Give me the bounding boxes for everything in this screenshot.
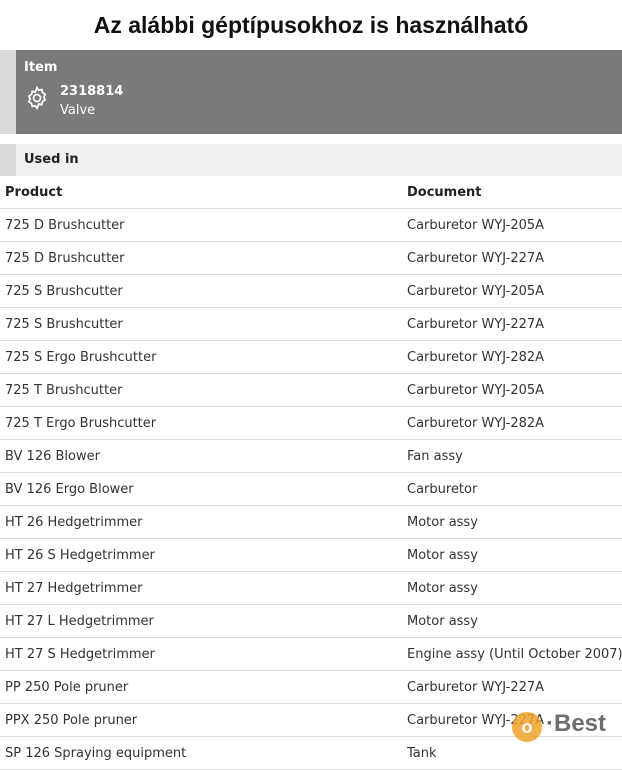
document-cell[interactable]: Engine assy (Until October 2007) [402, 637, 622, 671]
item-name: Valve [60, 103, 96, 118]
used-in-accent [0, 144, 16, 176]
used-in-header: Used in [0, 144, 622, 176]
used-in-table: Product Document 725 D Brushcutter Carbur… [0, 176, 622, 770]
document-cell[interactable]: Motor assy [402, 538, 622, 572]
item-panel-accent [0, 50, 16, 134]
document-cell[interactable]: Carburetor WYJ-282A [402, 406, 622, 440]
product-cell[interactable]: HT 26 S Hedgetrimmer [0, 538, 402, 572]
document-cell[interactable]: Carburetor WYJ-205A [402, 373, 622, 407]
table-row[interactable]: BV 126 Ergo Blower Carburetor [0, 472, 622, 506]
document-cell[interactable]: Motor assy [402, 571, 622, 605]
product-cell[interactable]: 725 D Brushcutter [0, 241, 402, 275]
item-panel: Item 2318814 Valve [0, 50, 622, 134]
item-details: 2318814 Valve [60, 83, 123, 121]
product-cell[interactable]: BV 126 Blower [0, 439, 402, 473]
item-panel-content: Item 2318814 Valve [16, 50, 131, 134]
product-cell[interactable]: PP 250 Pole pruner [0, 670, 402, 704]
page-title: Az alábbi géptípusokhoz is használható [93, 11, 529, 38]
column-header-product: Product [0, 176, 402, 209]
table-row[interactable]: HT 26 S Hedgetrimmer Motor assy [0, 538, 622, 572]
document-cell[interactable]: Carburetor [402, 472, 622, 506]
used-in-heading: Used in [24, 152, 79, 167]
document-cell[interactable]: Fan assy [402, 439, 622, 473]
product-cell[interactable]: PPX 250 Pole pruner [0, 703, 402, 737]
product-cell[interactable]: 725 T Ergo Brushcutter [0, 406, 402, 440]
table-row[interactable]: 725 T Ergo Brushcutter Carburetor WYJ-282… [0, 406, 622, 440]
table-row[interactable]: HT 27 L Hedgetrimmer Motor assy [0, 604, 622, 638]
document-cell[interactable]: Carburetor WYJ-205A [402, 274, 622, 308]
product-cell[interactable]: 725 T Brushcutter [0, 373, 402, 407]
product-cell[interactable]: 725 D Brushcutter [0, 208, 402, 242]
table-row[interactable]: 725 S Brushcutter Carburetor WYJ-205A [0, 274, 622, 308]
table-row[interactable]: PP 250 Pole pruner Carburetor WYJ-227A [0, 670, 622, 704]
document-cell[interactable]: Tank [402, 736, 622, 770]
item-number: 2318814 [60, 84, 124, 99]
table-row[interactable]: PPX 250 Pole pruner Carburetor WYJ-227A [0, 703, 622, 737]
product-cell[interactable]: SP 126 Spraying equipment [0, 736, 402, 770]
document-cell[interactable]: Carburetor WYJ-282A [402, 340, 622, 374]
document-cell[interactable]: Carburetor WYJ-227A [402, 703, 622, 737]
table-row[interactable]: HT 27 Hedgetrimmer Motor assy [0, 571, 622, 605]
item-row: 2318814 Valve [24, 83, 123, 121]
product-cell[interactable]: BV 126 Ergo Blower [0, 472, 402, 506]
table-row[interactable]: 725 D Brushcutter Carburetor WYJ-205A [0, 208, 622, 242]
document-cell[interactable]: Motor assy [402, 604, 622, 638]
table-row[interactable]: HT 27 S Hedgetrimmer Engine assy (Until O… [0, 637, 622, 671]
product-cell[interactable]: HT 27 S Hedgetrimmer [0, 637, 402, 671]
document-cell[interactable]: Carburetor WYJ-205A [402, 208, 622, 242]
table-row[interactable]: HT 26 Hedgetrimmer Motor assy [0, 505, 622, 539]
product-cell[interactable]: 725 S Brushcutter [0, 307, 402, 341]
product-cell[interactable]: 725 S Brushcutter [0, 274, 402, 308]
table-row[interactable]: BV 126 Blower Fan assy [0, 439, 622, 473]
product-cell[interactable]: HT 27 Hedgetrimmer [0, 571, 402, 605]
item-heading: Item [24, 60, 58, 75]
product-cell[interactable]: HT 26 Hedgetrimmer [0, 505, 402, 539]
product-cell[interactable]: 725 S Ergo Brushcutter [0, 340, 402, 374]
table-row[interactable]: 725 S Brushcutter Carburetor WYJ-227A [0, 307, 622, 341]
gear-icon [27, 85, 47, 111]
document-cell[interactable]: Motor assy [402, 505, 622, 539]
table-row[interactable]: 725 T Brushcutter Carburetor WYJ-205A [0, 373, 622, 407]
column-header-document: Document [402, 176, 622, 209]
table-row[interactable]: 725 D Brushcutter Carburetor WYJ-227A [0, 241, 622, 275]
document-cell[interactable]: Carburetor WYJ-227A [402, 241, 622, 275]
document-cell[interactable]: Carburetor WYJ-227A [402, 307, 622, 341]
document-cell[interactable]: Carburetor WYJ-227A [402, 670, 622, 704]
product-cell[interactable]: HT 27 L Hedgetrimmer [0, 604, 402, 638]
table-row[interactable]: SP 126 Spraying equipment Tank [0, 736, 622, 770]
table-header-row: Product Document [0, 176, 622, 209]
table-row[interactable]: 725 S Ergo Brushcutter Carburetor WYJ-282… [0, 340, 622, 374]
